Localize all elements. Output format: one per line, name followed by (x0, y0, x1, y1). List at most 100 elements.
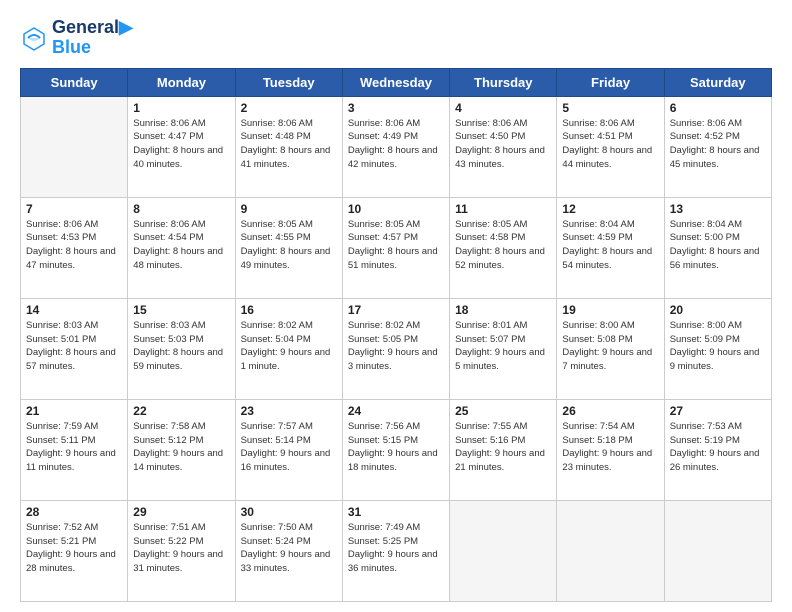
calendar-cell: 9 Sunrise: 8:05 AMSunset: 4:55 PMDayligh… (235, 197, 342, 298)
logo-icon (20, 24, 48, 52)
day-number: 15 (133, 303, 229, 317)
day-number: 16 (241, 303, 337, 317)
day-info: Sunrise: 8:03 AMSunset: 5:01 PMDaylight:… (26, 319, 122, 374)
day-info: Sunrise: 8:01 AMSunset: 5:07 PMDaylight:… (455, 319, 551, 374)
calendar-cell: 11 Sunrise: 8:05 AMSunset: 4:58 PMDaylig… (450, 197, 557, 298)
day-info: Sunrise: 7:58 AMSunset: 5:12 PMDaylight:… (133, 420, 229, 475)
day-number: 17 (348, 303, 444, 317)
calendar-cell: 1 Sunrise: 8:06 AMSunset: 4:47 PMDayligh… (128, 96, 235, 197)
day-info: Sunrise: 8:02 AMSunset: 5:05 PMDaylight:… (348, 319, 444, 374)
day-number: 3 (348, 101, 444, 115)
calendar-cell: 10 Sunrise: 8:05 AMSunset: 4:57 PMDaylig… (342, 197, 449, 298)
day-number: 31 (348, 505, 444, 519)
day-number: 20 (670, 303, 766, 317)
day-number: 27 (670, 404, 766, 418)
weekday-header-wednesday: Wednesday (342, 68, 449, 96)
weekday-header-sunday: Sunday (21, 68, 128, 96)
day-info: Sunrise: 7:49 AMSunset: 5:25 PMDaylight:… (348, 521, 444, 576)
day-info: Sunrise: 8:00 AMSunset: 5:08 PMDaylight:… (562, 319, 658, 374)
day-number: 29 (133, 505, 229, 519)
day-number: 12 (562, 202, 658, 216)
day-info: Sunrise: 7:53 AMSunset: 5:19 PMDaylight:… (670, 420, 766, 475)
day-number: 21 (26, 404, 122, 418)
day-info: Sunrise: 7:56 AMSunset: 5:15 PMDaylight:… (348, 420, 444, 475)
calendar-cell (21, 96, 128, 197)
day-info: Sunrise: 8:00 AMSunset: 5:09 PMDaylight:… (670, 319, 766, 374)
calendar-cell: 2 Sunrise: 8:06 AMSunset: 4:48 PMDayligh… (235, 96, 342, 197)
calendar-cell: 7 Sunrise: 8:06 AMSunset: 4:53 PMDayligh… (21, 197, 128, 298)
day-info: Sunrise: 8:06 AMSunset: 4:54 PMDaylight:… (133, 218, 229, 273)
day-number: 28 (26, 505, 122, 519)
weekday-header-saturday: Saturday (664, 68, 771, 96)
calendar-cell (557, 500, 664, 601)
calendar-cell: 12 Sunrise: 8:04 AMSunset: 4:59 PMDaylig… (557, 197, 664, 298)
calendar-cell (450, 500, 557, 601)
calendar-cell: 18 Sunrise: 8:01 AMSunset: 5:07 PMDaylig… (450, 298, 557, 399)
day-info: Sunrise: 7:50 AMSunset: 5:24 PMDaylight:… (241, 521, 337, 576)
calendar-cell: 13 Sunrise: 8:04 AMSunset: 5:00 PMDaylig… (664, 197, 771, 298)
calendar-cell (664, 500, 771, 601)
day-number: 26 (562, 404, 658, 418)
calendar-cell: 14 Sunrise: 8:03 AMSunset: 5:01 PMDaylig… (21, 298, 128, 399)
calendar-cell: 16 Sunrise: 8:02 AMSunset: 5:04 PMDaylig… (235, 298, 342, 399)
calendar-cell: 25 Sunrise: 7:55 AMSunset: 5:16 PMDaylig… (450, 399, 557, 500)
day-info: Sunrise: 7:51 AMSunset: 5:22 PMDaylight:… (133, 521, 229, 576)
weekday-header-monday: Monday (128, 68, 235, 96)
day-number: 7 (26, 202, 122, 216)
day-info: Sunrise: 8:06 AMSunset: 4:53 PMDaylight:… (26, 218, 122, 273)
day-number: 19 (562, 303, 658, 317)
day-number: 23 (241, 404, 337, 418)
day-number: 1 (133, 101, 229, 115)
day-number: 8 (133, 202, 229, 216)
day-number: 10 (348, 202, 444, 216)
calendar-cell: 28 Sunrise: 7:52 AMSunset: 5:21 PMDaylig… (21, 500, 128, 601)
calendar-cell: 15 Sunrise: 8:03 AMSunset: 5:03 PMDaylig… (128, 298, 235, 399)
week-row-5: 28 Sunrise: 7:52 AMSunset: 5:21 PMDaylig… (21, 500, 772, 601)
day-number: 25 (455, 404, 551, 418)
day-info: Sunrise: 8:05 AMSunset: 4:57 PMDaylight:… (348, 218, 444, 273)
day-info: Sunrise: 8:02 AMSunset: 5:04 PMDaylight:… (241, 319, 337, 374)
calendar-cell: 27 Sunrise: 7:53 AMSunset: 5:19 PMDaylig… (664, 399, 771, 500)
calendar-cell: 4 Sunrise: 8:06 AMSunset: 4:50 PMDayligh… (450, 96, 557, 197)
day-info: Sunrise: 8:05 AMSunset: 4:55 PMDaylight:… (241, 218, 337, 273)
day-info: Sunrise: 7:57 AMSunset: 5:14 PMDaylight:… (241, 420, 337, 475)
week-row-1: 1 Sunrise: 8:06 AMSunset: 4:47 PMDayligh… (21, 96, 772, 197)
header: General▶ Blue (20, 18, 772, 58)
calendar-cell: 17 Sunrise: 8:02 AMSunset: 5:05 PMDaylig… (342, 298, 449, 399)
calendar-table: SundayMondayTuesdayWednesdayThursdayFrid… (20, 68, 772, 602)
calendar-cell: 3 Sunrise: 8:06 AMSunset: 4:49 PMDayligh… (342, 96, 449, 197)
week-row-4: 21 Sunrise: 7:59 AMSunset: 5:11 PMDaylig… (21, 399, 772, 500)
day-info: Sunrise: 7:52 AMSunset: 5:21 PMDaylight:… (26, 521, 122, 576)
calendar-cell: 20 Sunrise: 8:00 AMSunset: 5:09 PMDaylig… (664, 298, 771, 399)
day-number: 5 (562, 101, 658, 115)
calendar-cell: 8 Sunrise: 8:06 AMSunset: 4:54 PMDayligh… (128, 197, 235, 298)
day-info: Sunrise: 8:06 AMSunset: 4:52 PMDaylight:… (670, 117, 766, 172)
day-info: Sunrise: 8:03 AMSunset: 5:03 PMDaylight:… (133, 319, 229, 374)
page: General▶ Blue SundayMondayTuesdayWednesd… (0, 0, 792, 612)
calendar-cell: 26 Sunrise: 7:54 AMSunset: 5:18 PMDaylig… (557, 399, 664, 500)
day-info: Sunrise: 8:06 AMSunset: 4:50 PMDaylight:… (455, 117, 551, 172)
calendar-cell: 30 Sunrise: 7:50 AMSunset: 5:24 PMDaylig… (235, 500, 342, 601)
weekday-header-thursday: Thursday (450, 68, 557, 96)
calendar-cell: 22 Sunrise: 7:58 AMSunset: 5:12 PMDaylig… (128, 399, 235, 500)
calendar-cell: 24 Sunrise: 7:56 AMSunset: 5:15 PMDaylig… (342, 399, 449, 500)
calendar-cell: 23 Sunrise: 7:57 AMSunset: 5:14 PMDaylig… (235, 399, 342, 500)
day-info: Sunrise: 8:06 AMSunset: 4:47 PMDaylight:… (133, 117, 229, 172)
day-number: 22 (133, 404, 229, 418)
calendar-cell: 21 Sunrise: 7:59 AMSunset: 5:11 PMDaylig… (21, 399, 128, 500)
week-row-3: 14 Sunrise: 8:03 AMSunset: 5:01 PMDaylig… (21, 298, 772, 399)
day-number: 14 (26, 303, 122, 317)
calendar-cell: 6 Sunrise: 8:06 AMSunset: 4:52 PMDayligh… (664, 96, 771, 197)
calendar-cell: 19 Sunrise: 8:00 AMSunset: 5:08 PMDaylig… (557, 298, 664, 399)
day-number: 9 (241, 202, 337, 216)
day-info: Sunrise: 7:55 AMSunset: 5:16 PMDaylight:… (455, 420, 551, 475)
day-number: 6 (670, 101, 766, 115)
calendar-cell: 29 Sunrise: 7:51 AMSunset: 5:22 PMDaylig… (128, 500, 235, 601)
day-number: 2 (241, 101, 337, 115)
calendar-cell: 31 Sunrise: 7:49 AMSunset: 5:25 PMDaylig… (342, 500, 449, 601)
day-number: 30 (241, 505, 337, 519)
day-info: Sunrise: 8:04 AMSunset: 4:59 PMDaylight:… (562, 218, 658, 273)
weekday-header-tuesday: Tuesday (235, 68, 342, 96)
week-row-2: 7 Sunrise: 8:06 AMSunset: 4:53 PMDayligh… (21, 197, 772, 298)
logo-text: General▶ Blue (52, 18, 133, 58)
